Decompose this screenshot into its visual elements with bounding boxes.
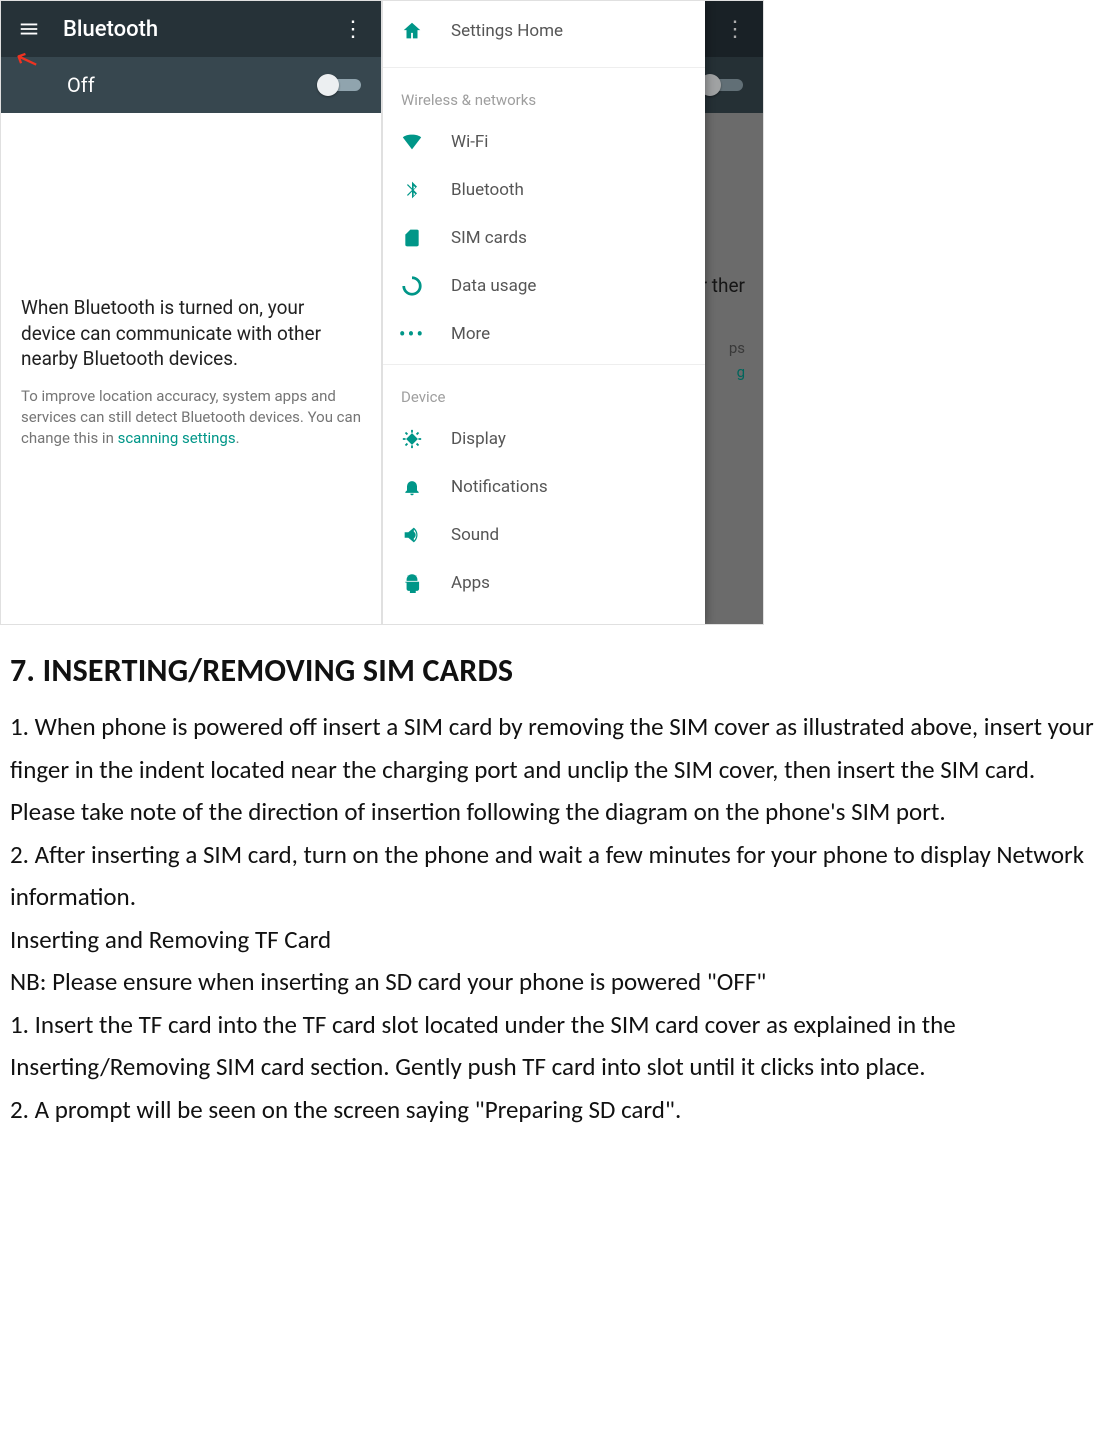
paragraph: Inserting and Removing TF Card bbox=[10, 919, 1096, 962]
drawer-item-more[interactable]: ••• More bbox=[383, 310, 705, 358]
bell-icon bbox=[401, 476, 423, 498]
paragraph: 2. A prompt will be seen on the screen s… bbox=[10, 1089, 1096, 1132]
section-heading: 7. INSERTING/REMOVING SIM CARDS bbox=[10, 651, 1096, 690]
subtext-suffix: . bbox=[236, 429, 240, 447]
drawer-section-device: Device bbox=[383, 371, 705, 415]
overflow-menu-button[interactable]: ⋮ bbox=[333, 9, 373, 49]
data-usage-icon bbox=[401, 275, 423, 297]
drawer-item-wifi[interactable]: Wi-Fi bbox=[383, 118, 705, 166]
bluetooth-toggle-row[interactable]: Off bbox=[1, 57, 381, 113]
scanning-settings-link[interactable]: scanning settings bbox=[118, 429, 236, 447]
drawer-section-wireless: Wireless & networks bbox=[383, 74, 705, 118]
section-label: Device bbox=[401, 388, 445, 406]
brightness-icon bbox=[401, 428, 423, 450]
bluetooth-headline: When Bluetooth is turned on, your device… bbox=[21, 295, 361, 372]
toggle-state-label: Off bbox=[67, 73, 95, 97]
phone-bluetooth-screenshot: ↖ Bluetooth ⋮ Off When Bluetooth is turn… bbox=[0, 0, 382, 625]
volume-icon bbox=[401, 524, 423, 546]
hamburger-icon bbox=[18, 18, 40, 40]
drawer-item-settings-home[interactable]: Settings Home bbox=[383, 1, 705, 61]
appbar: ↖ Bluetooth ⋮ bbox=[1, 1, 381, 57]
drawer-label: Sound bbox=[451, 525, 499, 545]
section-label: Wireless & networks bbox=[401, 91, 536, 109]
screenshots-row: ↖ Bluetooth ⋮ Off When Bluetooth is turn… bbox=[0, 0, 1106, 625]
drawer-item-sim-cards[interactable]: SIM cards bbox=[383, 214, 705, 262]
drawer-item-display[interactable]: Display bbox=[383, 415, 705, 463]
drawer-item-notifications[interactable]: Notifications bbox=[383, 463, 705, 511]
more-vert-icon: ⋮ bbox=[342, 17, 364, 42]
hamburger-button[interactable] bbox=[9, 9, 49, 49]
home-icon bbox=[401, 20, 423, 42]
drawer-label: Data usage bbox=[451, 276, 536, 296]
drawer-label: Apps bbox=[451, 573, 490, 593]
bluetooth-subtext: To improve location accuracy, system app… bbox=[21, 386, 361, 449]
bluetooth-icon bbox=[401, 179, 423, 201]
drawer-label: Wi-Fi bbox=[451, 132, 488, 152]
drawer-label: Settings Home bbox=[451, 21, 563, 41]
drawer-item-data-usage[interactable]: Data usage bbox=[383, 262, 705, 310]
phone-drawer-screenshot: ⋮ ur ther ps g Settings Home Wireless & … bbox=[382, 0, 764, 625]
drawer-item-sound[interactable]: Sound bbox=[383, 511, 705, 559]
paragraph: 2. After inserting a SIM card, turn on t… bbox=[10, 834, 1096, 919]
sim-card-icon bbox=[401, 227, 423, 249]
bluetooth-info-body: When Bluetooth is turned on, your device… bbox=[1, 263, 381, 481]
drawer-item-apps[interactable]: Apps bbox=[383, 559, 705, 607]
drawer-label: Display bbox=[451, 429, 506, 449]
android-icon bbox=[401, 572, 423, 594]
drawer-label: SIM cards bbox=[451, 228, 527, 248]
drawer-label: Bluetooth bbox=[451, 180, 524, 200]
drawer-label: Notifications bbox=[451, 477, 548, 497]
paragraph: 1. Insert the TF card into the TF card s… bbox=[10, 1004, 1096, 1089]
wifi-icon bbox=[401, 131, 423, 153]
paragraph: NB: Please ensure when inserting an SD c… bbox=[10, 961, 1096, 1004]
document-body: 7. INSERTING/REMOVING SIM CARDS 1. When … bbox=[0, 625, 1106, 1159]
bluetooth-switch[interactable] bbox=[317, 73, 361, 97]
drawer-item-bluetooth[interactable]: Bluetooth bbox=[383, 166, 705, 214]
drawer-label: More bbox=[451, 324, 490, 344]
navigation-drawer: Settings Home Wireless & networks Wi-Fi … bbox=[383, 1, 705, 624]
page-title: Bluetooth bbox=[63, 17, 158, 42]
paragraph: 1. When phone is powered off insert a SI… bbox=[10, 706, 1096, 834]
more-horiz-icon: ••• bbox=[401, 323, 423, 345]
